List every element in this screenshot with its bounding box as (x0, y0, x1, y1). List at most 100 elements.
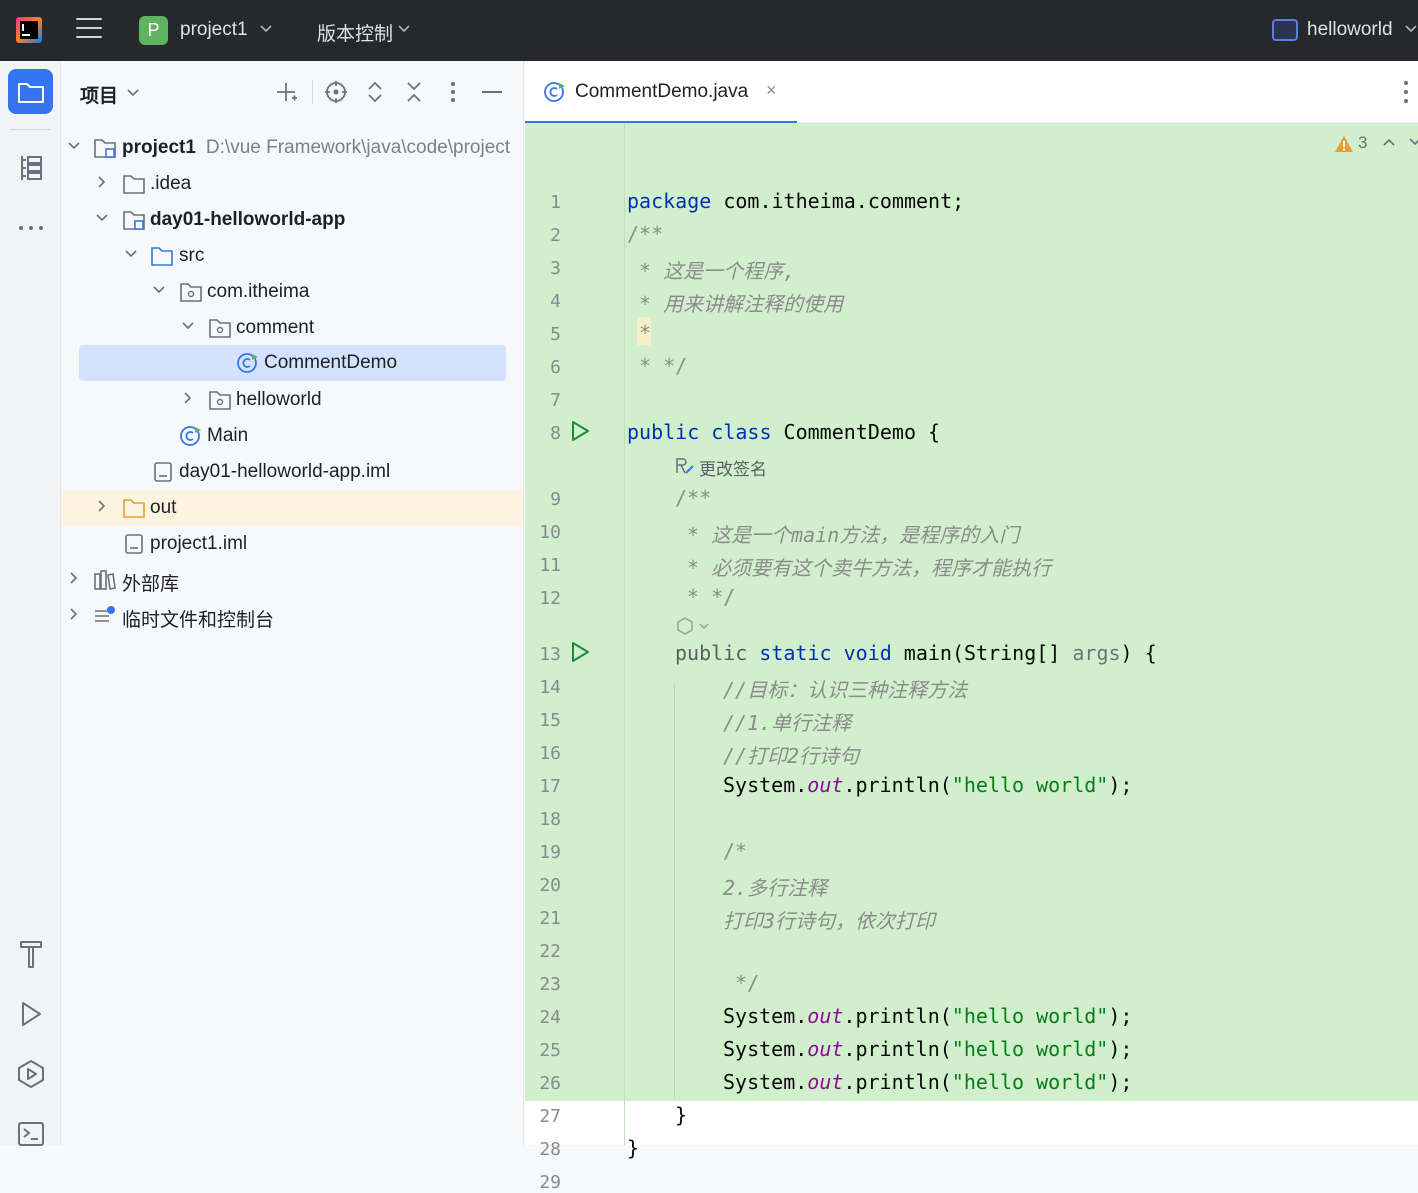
intellij-logo-icon[interactable] (16, 17, 42, 43)
panel-title[interactable]: 项目 (80, 81, 118, 108)
chevron-down-icon[interactable] (180, 318, 196, 334)
tree-item-external-libraries[interactable]: 外部库 (61, 562, 523, 598)
tree-item-scratches[interactable]: 临时文件和控制台 (61, 598, 523, 634)
chevron-down-icon[interactable] (94, 210, 110, 226)
code-token: ); (1108, 773, 1133, 797)
tree-item-project-iml[interactable]: project1.iml (61, 526, 523, 562)
ai-hint-icon[interactable] (675, 616, 713, 636)
code-line-26: System.out.println("hello world"); (723, 1070, 1132, 1094)
line-number: 11 (539, 555, 561, 576)
chevron-down-icon[interactable] (66, 138, 82, 154)
code-line-15: //1.单行注释 (723, 711, 852, 735)
next-highlight-icon[interactable] (1408, 137, 1418, 147)
structure-tool-button[interactable] (8, 145, 53, 190)
header-divider (312, 80, 313, 104)
java-class-icon (544, 82, 565, 102)
tree-item-main[interactable]: Main (61, 418, 523, 454)
code-token: "hello world" (951, 1070, 1109, 1094)
folder-icon (17, 82, 44, 103)
code-token: public (675, 641, 760, 665)
run-config-selector[interactable]: helloworld (1307, 19, 1393, 41)
module-folder-icon (123, 211, 145, 230)
more-tools-button[interactable] (8, 205, 53, 250)
code-line-9: /** (675, 486, 712, 510)
code-area[interactable]: 3 1 2 3 4 5 6 7 8 9 10 11 12 13 14 15 16… (525, 123, 1418, 1193)
chevron-right-icon[interactable] (66, 570, 82, 586)
previous-highlight-icon[interactable] (1382, 137, 1396, 147)
project-badge[interactable]: P (139, 16, 168, 45)
line-number: 6 (550, 357, 561, 378)
expand-all-icon[interactable] (362, 79, 388, 105)
build-tool-button[interactable] (8, 931, 53, 976)
options-vertical-icon[interactable] (440, 79, 466, 105)
line-number: 12 (539, 588, 561, 609)
code-token: public class (627, 420, 772, 444)
tree-item-src[interactable]: src (61, 238, 523, 274)
line-number: 18 (539, 809, 561, 830)
run-tool-button[interactable] (8, 991, 53, 1036)
run-config-chevron-down-icon[interactable] (1404, 23, 1418, 37)
tree-item-label: comment (236, 317, 315, 338)
panel-title-chevron-down-icon[interactable] (126, 87, 140, 101)
run-main-gutter-icon[interactable] (569, 641, 591, 663)
tree-item-path: D:\vue Framework\java\code\project (205, 137, 511, 158)
services-tool-button[interactable] (8, 1051, 53, 1096)
close-icon[interactable]: × (766, 80, 777, 101)
code-line-12: * */ (675, 585, 736, 609)
chevron-right-icon[interactable] (94, 174, 110, 190)
tree-item-label: out (150, 497, 177, 518)
iml-file-icon (154, 462, 172, 482)
project-chevron-down-icon[interactable] (259, 23, 273, 37)
code-token: CommentDemo { (771, 420, 941, 444)
chevron-right-icon[interactable] (94, 498, 110, 514)
tree-item-day01-helloworld-app[interactable]: day01-helloworld-app (61, 202, 523, 238)
code-token: out (807, 1070, 844, 1094)
tab-commentdemo-java[interactable]: CommentDemo.java × (525, 61, 797, 124)
scratches-icon (95, 606, 115, 622)
tree-item-out[interactable]: out (61, 490, 523, 526)
code-line-17: System.out.println("hello world"); (723, 773, 1132, 797)
code-line-5: * (627, 321, 652, 345)
chevron-right-icon[interactable] (66, 606, 82, 622)
code-line-20: 2.多行注释 (723, 876, 828, 900)
source-folder-icon (151, 247, 173, 266)
refactor-icon (676, 458, 694, 474)
chevron-down-icon[interactable] (151, 282, 167, 298)
line-number: 29 (539, 1172, 561, 1193)
tree-item-module-iml[interactable]: day01-helloworld-app.iml (61, 454, 523, 490)
run-class-gutter-icon[interactable] (569, 420, 591, 442)
tree-item-label: com.itheima (207, 281, 310, 302)
main-menu-icon[interactable] (76, 18, 102, 42)
line-number: 14 (539, 677, 561, 698)
project-switcher[interactable]: project1 (180, 19, 248, 41)
tree-item-helloworld[interactable]: helloworld (61, 382, 523, 418)
tool-strip-divider (10, 129, 51, 130)
tree-item-idea[interactable]: .idea (61, 166, 523, 202)
tree-item-com-itheima[interactable]: com.itheima (61, 274, 523, 310)
vcs-chevron-down-icon[interactable] (397, 23, 411, 37)
tree-item-comment[interactable]: comment (61, 310, 523, 346)
chevron-down-icon[interactable] (123, 246, 139, 262)
code-token: .println( (843, 1004, 952, 1028)
code-line-10: * 这是一个main方法，是程序的入门 (675, 523, 1020, 547)
tree-item-label: day01-helloworld-app (150, 209, 346, 230)
tree-item-project1[interactable]: project1 D:\vue Framework\java\code\proje… (61, 130, 523, 166)
terminal-tool-button[interactable] (8, 1111, 53, 1156)
line-number: 3 (550, 258, 561, 279)
tree-item-commentdemo[interactable]: CommentDemo (61, 345, 523, 381)
module-folder-icon (94, 139, 116, 158)
code-line-3: * 这是一个程序, (627, 259, 796, 283)
run-config-icon[interactable] (1272, 19, 1298, 41)
locate-file-icon[interactable] (323, 79, 349, 105)
code-line-6: * */ (627, 354, 688, 378)
chevron-right-icon[interactable] (180, 390, 196, 406)
project-tool-button[interactable] (8, 69, 53, 114)
collapse-all-icon[interactable] (401, 79, 427, 105)
vcs-menu[interactable]: 版本控制 (317, 19, 393, 46)
left-tool-strip (0, 61, 61, 1146)
code-line-21: 打印3行诗句，依次打印 (723, 909, 936, 933)
hide-panel-icon[interactable] (479, 79, 505, 105)
editor-tab-bar: CommentDemo.java × (525, 61, 1418, 124)
new-file-icon[interactable] (274, 79, 300, 105)
tab-options-vertical-icon[interactable] (1401, 79, 1411, 105)
